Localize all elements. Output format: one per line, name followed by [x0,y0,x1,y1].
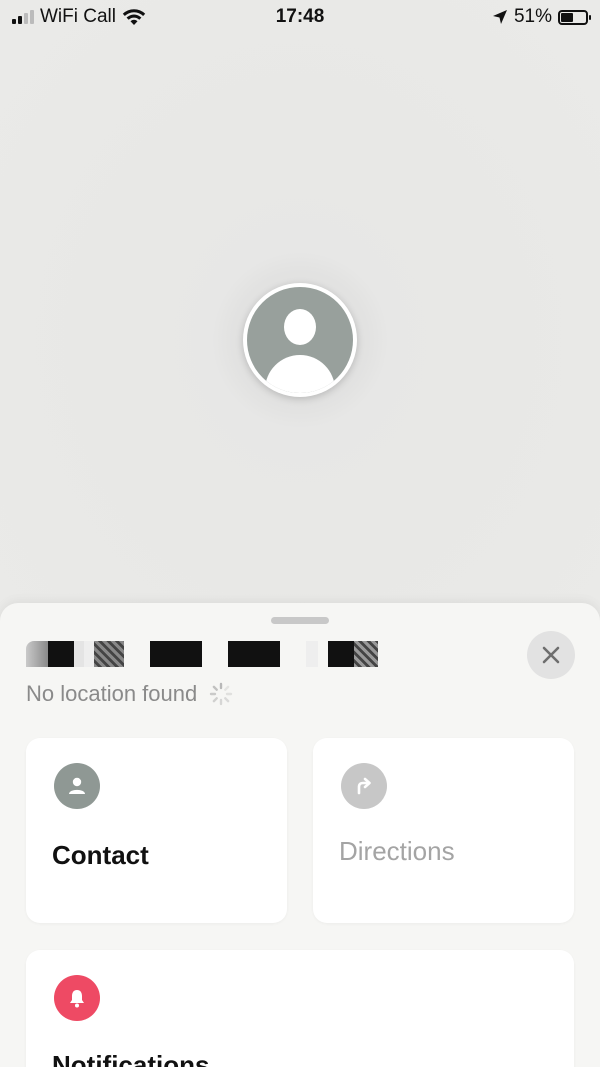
close-icon [542,646,560,664]
notifications-label: Notifications [52,1050,210,1067]
battery-percent: 51% [513,6,552,27]
status-bar-left: WiFi Call [12,6,146,28]
notifications-card[interactable]: Notifications [26,950,574,1067]
person-name-redacted [26,640,378,668]
person-icon [54,763,100,809]
status-bar: WiFi Call 17:48 51% [0,0,600,34]
bell-icon [54,975,100,1021]
carrier-label: WiFi Call [40,6,116,27]
location-status: No location found [26,681,233,707]
battery-icon [558,9,591,25]
wifi-icon [122,9,146,25]
loading-spinner-icon [210,682,233,706]
signal-icon [12,10,34,24]
contact-card[interactable]: Contact [26,738,287,923]
person-avatar-pin[interactable] [243,283,357,397]
close-button[interactable] [527,631,575,679]
directions-label: Directions [339,836,455,866]
person-avatar-icon [247,287,353,393]
location-arrow-icon [492,10,507,24]
location-status-text: No location found [26,681,198,706]
directions-card[interactable]: Directions [313,738,574,923]
person-detail-sheet: No location found Contact Directions Not… [0,603,600,1067]
battery-fill [561,12,574,22]
status-bar-right: 51% [492,6,591,28]
contact-label: Contact [52,840,149,870]
directions-arrow-icon [341,763,387,809]
sheet-grabber[interactable] [271,617,329,624]
